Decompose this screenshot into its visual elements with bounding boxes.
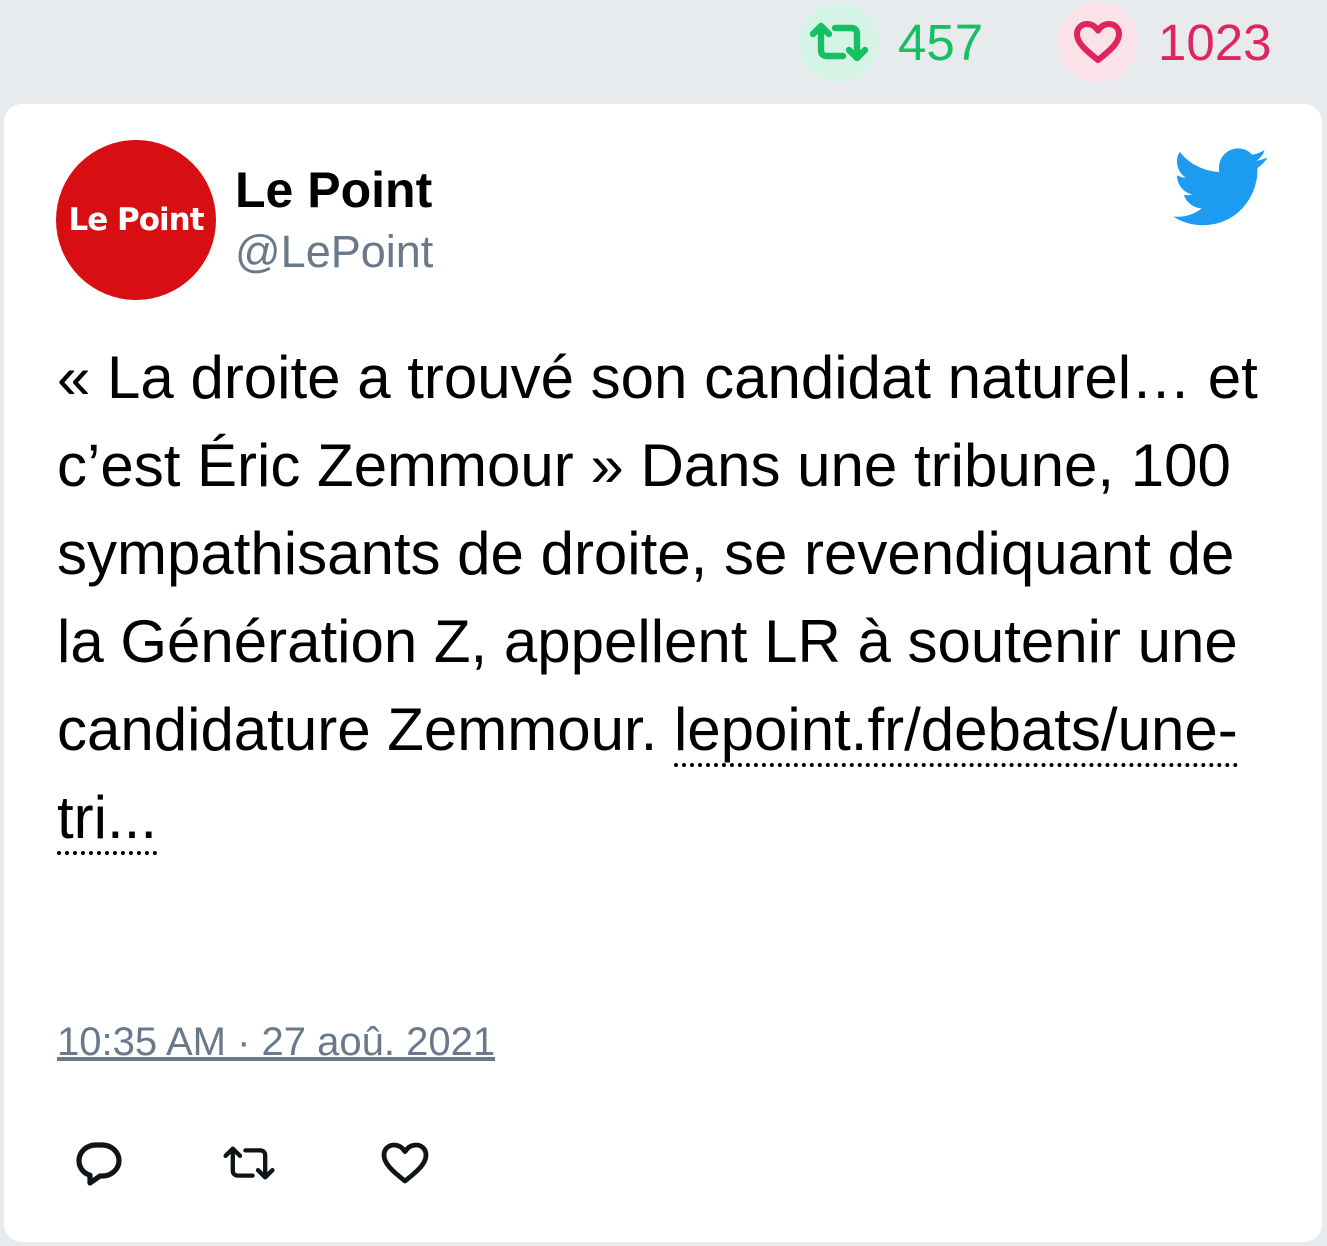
heart-icon (381, 1142, 429, 1184)
avatar-logo-text: Le Point (68, 202, 204, 238)
heart-icon (1074, 21, 1122, 63)
engagement-stats: 457 1023 (0, 0, 1327, 104)
avatar[interactable]: Le Point (56, 140, 216, 300)
like-count: 1023 (1158, 14, 1272, 71)
retweet-icon (223, 1146, 275, 1180)
twitter-bird-icon[interactable] (1172, 148, 1270, 228)
like-button[interactable] (378, 1136, 432, 1190)
tweet-card: Le Point Le Point @LePoint « La droite a… (4, 104, 1322, 1242)
tweet-timestamp[interactable]: 10:35 AM · 27 aoû. 2021 (57, 1019, 495, 1065)
retweet-count: 457 (898, 14, 984, 71)
author-handle[interactable]: @LePoint (235, 226, 433, 278)
reply-icon (76, 1142, 122, 1186)
retweet-icon (809, 22, 869, 62)
retweet-stat-button[interactable] (799, 2, 879, 82)
author-name[interactable]: Le Point (235, 162, 432, 218)
reply-button[interactable] (72, 1136, 126, 1190)
like-stat-button[interactable] (1058, 2, 1138, 82)
tweet-text: « La droite a trouvé son candidat nature… (57, 334, 1272, 862)
retweet-button[interactable] (222, 1136, 276, 1190)
